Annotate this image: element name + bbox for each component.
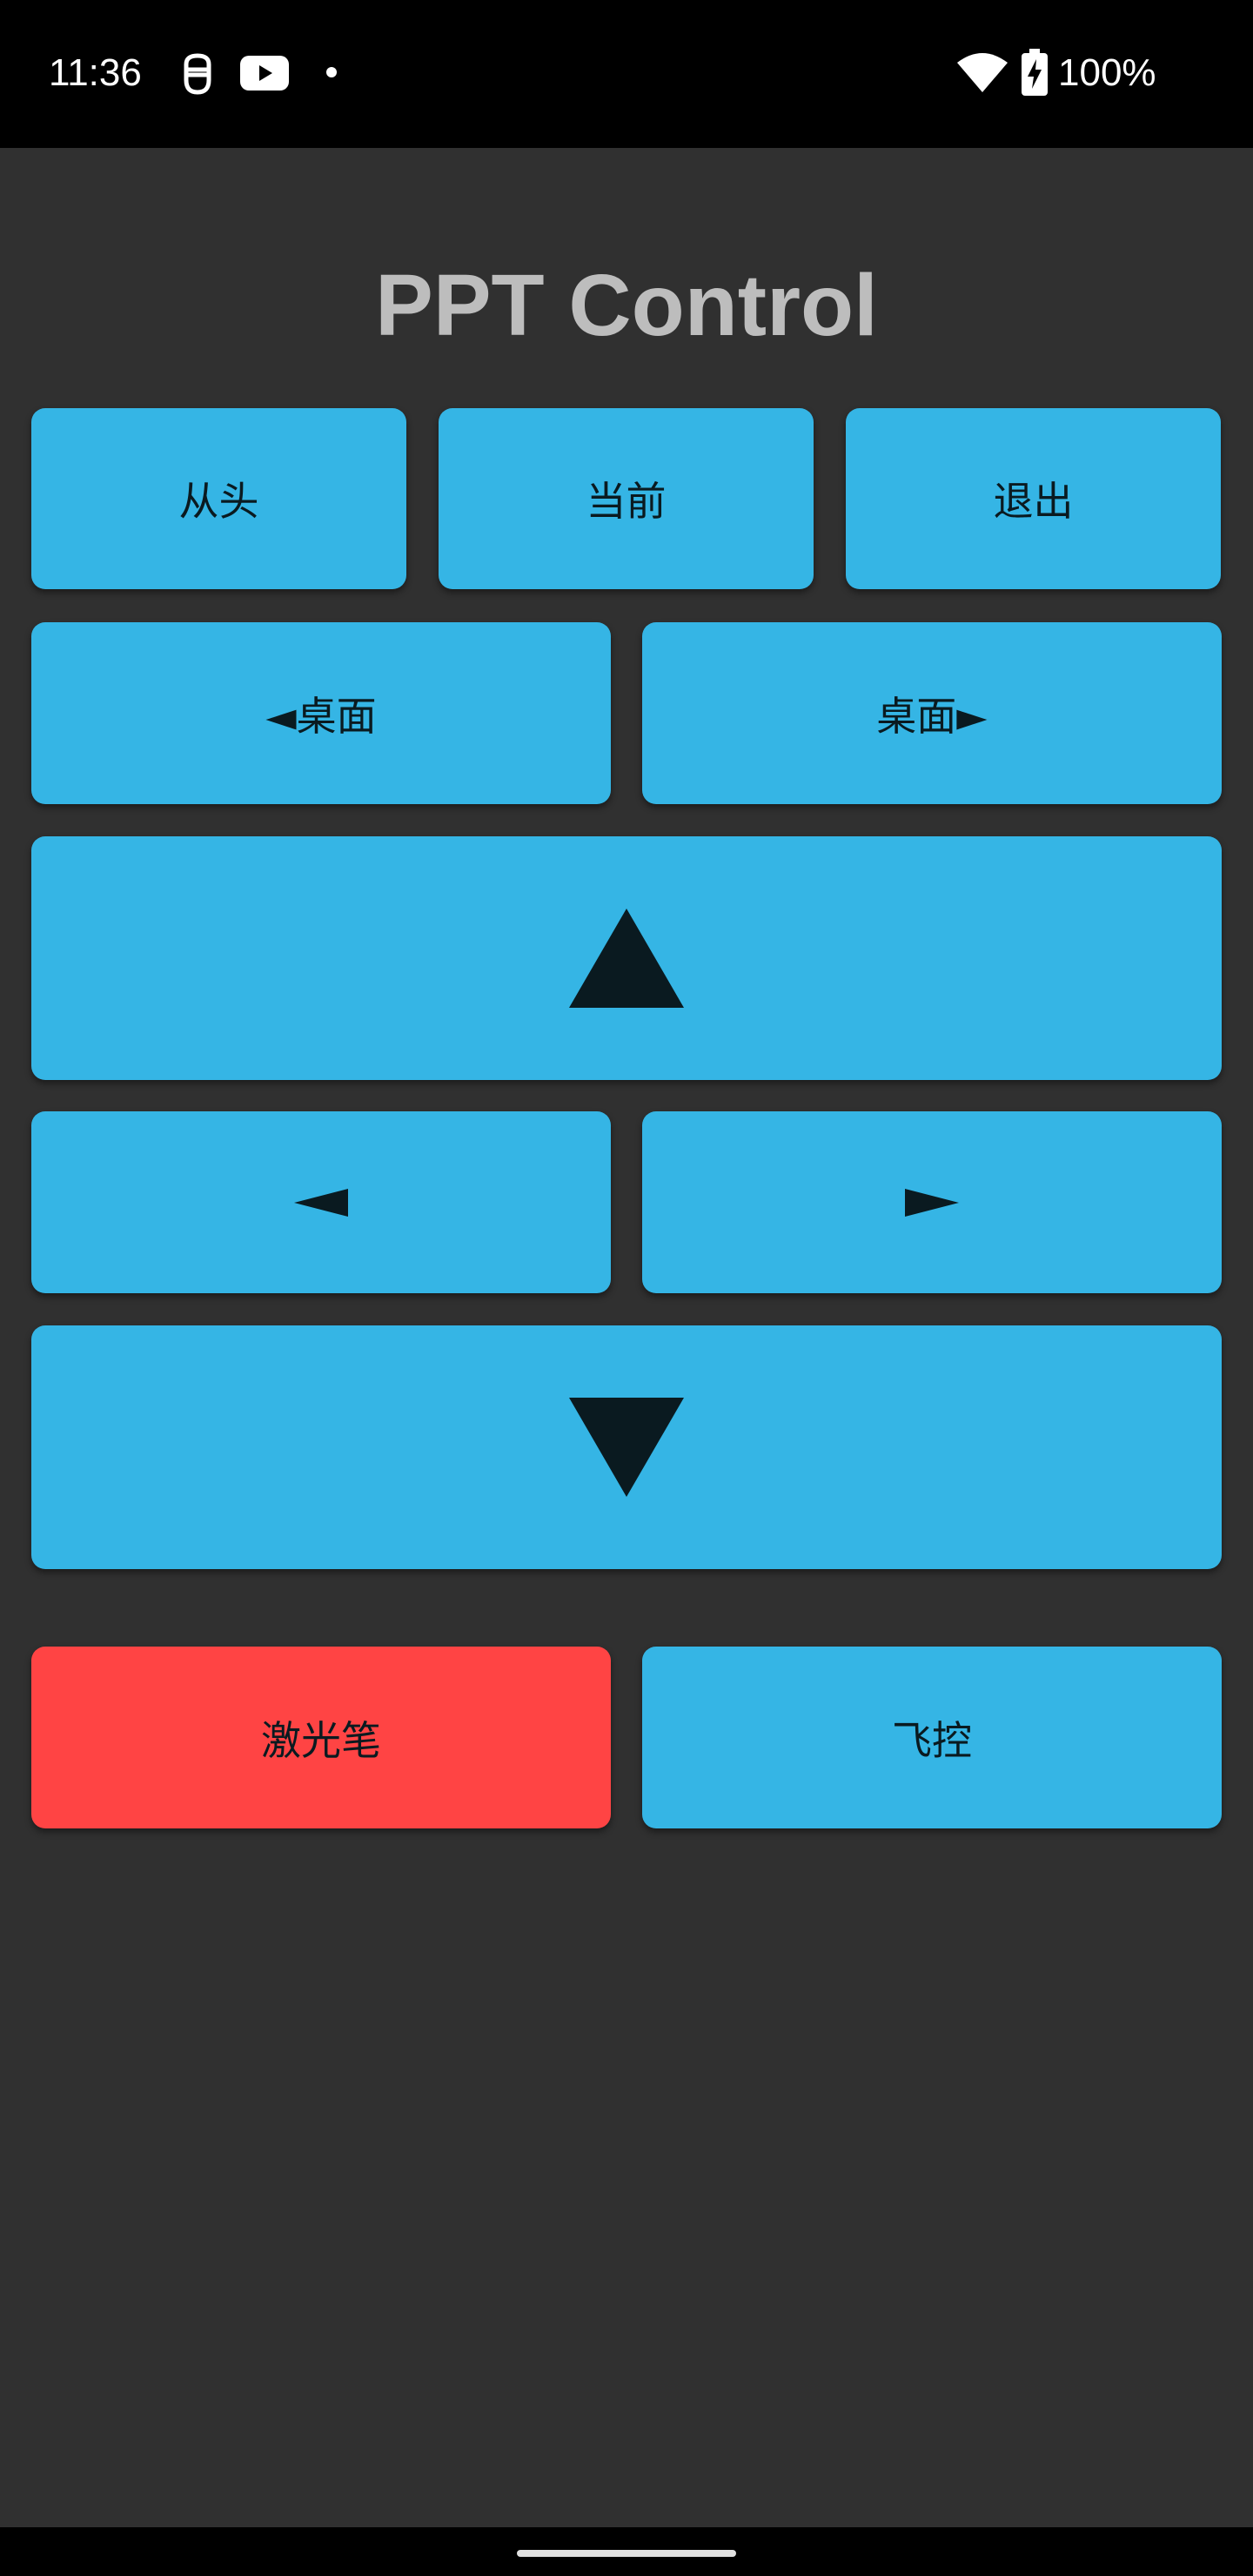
- triangle-right-icon: [905, 1188, 959, 1217]
- from-start-label: 从头: [178, 478, 259, 525]
- status-bar: 11:36 100%: [0, 0, 1253, 148]
- home-gesture-handle[interactable]: [517, 2550, 736, 2557]
- current-slide-button[interactable]: 当前: [439, 408, 814, 589]
- face-icon: [184, 53, 211, 95]
- current-slide-label: 当前: [586, 478, 667, 525]
- air-control-label: 飞控: [892, 1716, 972, 1764]
- youtube-icon: [240, 56, 289, 91]
- wifi-icon: [957, 53, 1008, 92]
- down-button[interactable]: [31, 1325, 1222, 1569]
- laser-pointer-label: 激光笔: [261, 1716, 381, 1764]
- exit-label: 退出: [993, 478, 1074, 525]
- battery-percentage: 100%: [1058, 51, 1156, 94]
- desktop-next-label: 桌面►: [876, 692, 988, 740]
- desktop-prev-label: ◄桌面: [265, 692, 377, 740]
- exit-button[interactable]: 退出: [846, 408, 1221, 589]
- triangle-up-icon: [569, 909, 684, 1008]
- triangle-left-icon: [294, 1188, 348, 1217]
- desktop-prev-button[interactable]: ◄桌面: [31, 622, 611, 804]
- battery-charging-icon: [1022, 49, 1048, 96]
- prev-slide-button[interactable]: [31, 1111, 611, 1293]
- status-time: 11:36: [49, 51, 142, 94]
- dot-icon: [326, 67, 337, 77]
- laser-pointer-button[interactable]: 激光笔: [31, 1647, 611, 1828]
- next-slide-button[interactable]: [642, 1111, 1222, 1293]
- up-button[interactable]: [31, 836, 1222, 1080]
- from-start-button[interactable]: 从头: [31, 408, 406, 589]
- triangle-down-icon: [569, 1398, 684, 1497]
- desktop-next-button[interactable]: 桌面►: [642, 622, 1222, 804]
- air-control-button[interactable]: 飞控: [642, 1647, 1222, 1828]
- page-title: PPT Control: [375, 257, 878, 354]
